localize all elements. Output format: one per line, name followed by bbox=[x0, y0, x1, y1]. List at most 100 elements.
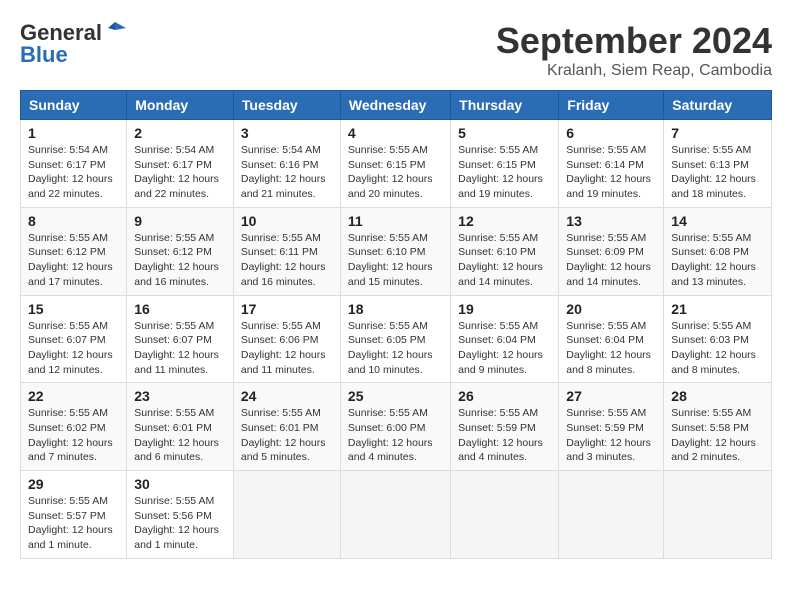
day-number: 10 bbox=[241, 213, 333, 229]
calendar-week-3: 15 Sunrise: 5:55 AM Sunset: 6:07 PM Dayli… bbox=[21, 295, 772, 383]
day-info: Sunrise: 5:55 AM Sunset: 6:04 PM Dayligh… bbox=[458, 319, 551, 378]
day-info: Sunrise: 5:55 AM Sunset: 6:07 PM Dayligh… bbox=[134, 319, 226, 378]
weekday-header-monday: Monday bbox=[127, 91, 234, 120]
logo: General Blue bbox=[20, 20, 126, 68]
day-info: Sunrise: 5:54 AM Sunset: 6:17 PM Dayligh… bbox=[134, 143, 226, 202]
day-info: Sunrise: 5:55 AM Sunset: 6:00 PM Dayligh… bbox=[348, 406, 443, 465]
calendar-cell: 28 Sunrise: 5:55 AM Sunset: 5:58 PM Dayli… bbox=[664, 383, 772, 471]
weekday-header-wednesday: Wednesday bbox=[340, 91, 450, 120]
day-info: Sunrise: 5:55 AM Sunset: 6:12 PM Dayligh… bbox=[134, 231, 226, 290]
day-info: Sunrise: 5:55 AM Sunset: 6:15 PM Dayligh… bbox=[348, 143, 443, 202]
month-title: September 2024 bbox=[496, 20, 772, 62]
location-title: Kralanh, Siem Reap, Cambodia bbox=[496, 62, 772, 80]
calendar-cell: 10 Sunrise: 5:55 AM Sunset: 6:11 PM Dayli… bbox=[233, 207, 340, 295]
day-info: Sunrise: 5:55 AM Sunset: 6:10 PM Dayligh… bbox=[348, 231, 443, 290]
day-info: Sunrise: 5:55 AM Sunset: 6:01 PM Dayligh… bbox=[241, 406, 333, 465]
calendar-cell: 14 Sunrise: 5:55 AM Sunset: 6:08 PM Dayli… bbox=[664, 207, 772, 295]
calendar-cell: 21Sunrise: 5:55 AM Sunset: 6:03 PM Dayli… bbox=[664, 295, 772, 383]
calendar-cell: 3 Sunrise: 5:54 AM Sunset: 6:16 PM Daylig… bbox=[233, 120, 340, 208]
day-number: 12 bbox=[458, 213, 551, 229]
day-info: Sunrise: 5:55 AM Sunset: 5:58 PM Dayligh… bbox=[671, 406, 764, 465]
day-info: Sunrise: 5:55 AM Sunset: 6:02 PM Dayligh… bbox=[28, 406, 119, 465]
day-number: 9 bbox=[134, 213, 226, 229]
day-number: 23 bbox=[134, 388, 226, 404]
calendar-cell: 8 Sunrise: 5:55 AM Sunset: 6:12 PM Daylig… bbox=[21, 207, 127, 295]
calendar-cell: 19 Sunrise: 5:55 AM Sunset: 6:04 PM Dayli… bbox=[451, 295, 559, 383]
day-number: 17 bbox=[241, 301, 333, 317]
day-info: Sunrise: 5:55 AM Sunset: 6:09 PM Dayligh… bbox=[566, 231, 656, 290]
day-info: Sunrise: 5:55 AM Sunset: 6:08 PM Dayligh… bbox=[671, 231, 764, 290]
weekday-header-sunday: Sunday bbox=[21, 91, 127, 120]
day-info: Sunrise: 5:54 AM Sunset: 6:17 PM Dayligh… bbox=[28, 143, 119, 202]
calendar-cell bbox=[559, 471, 664, 559]
day-number: 6 bbox=[566, 125, 656, 141]
calendar-week-5: 29Sunrise: 5:55 AM Sunset: 5:57 PM Dayli… bbox=[21, 471, 772, 559]
day-info: Sunrise: 5:55 AM Sunset: 5:59 PM Dayligh… bbox=[458, 406, 551, 465]
calendar-cell bbox=[340, 471, 450, 559]
day-number: 7 bbox=[671, 125, 764, 141]
day-number: 25 bbox=[348, 388, 443, 404]
calendar-cell bbox=[664, 471, 772, 559]
calendar-header-row: SundayMondayTuesdayWednesdayThursdayFrid… bbox=[21, 91, 772, 120]
calendar-week-2: 8 Sunrise: 5:55 AM Sunset: 6:12 PM Daylig… bbox=[21, 207, 772, 295]
calendar-cell: 22 Sunrise: 5:55 AM Sunset: 6:02 PM Dayli… bbox=[21, 383, 127, 471]
day-info: Sunrise: 5:55 AM Sunset: 6:05 PM Dayligh… bbox=[348, 319, 443, 378]
calendar-cell: 2 Sunrise: 5:54 AM Sunset: 6:17 PM Daylig… bbox=[127, 120, 234, 208]
day-info: Sunrise: 5:54 AM Sunset: 6:16 PM Dayligh… bbox=[241, 143, 333, 202]
calendar-cell bbox=[233, 471, 340, 559]
logo-blue: Blue bbox=[20, 42, 68, 68]
calendar-cell: 18 Sunrise: 5:55 AM Sunset: 6:05 PM Dayli… bbox=[340, 295, 450, 383]
day-info: Sunrise: 5:55 AM Sunset: 6:13 PM Dayligh… bbox=[671, 143, 764, 202]
calendar-cell: 26Sunrise: 5:55 AM Sunset: 5:59 PM Dayli… bbox=[451, 383, 559, 471]
day-info: Sunrise: 5:55 AM Sunset: 5:59 PM Dayligh… bbox=[566, 406, 656, 465]
calendar-cell: 12 Sunrise: 5:55 AM Sunset: 6:10 PM Dayli… bbox=[451, 207, 559, 295]
day-number: 13 bbox=[566, 213, 656, 229]
day-number: 18 bbox=[348, 301, 443, 317]
day-number: 11 bbox=[348, 213, 443, 229]
calendar-cell: 25 Sunrise: 5:55 AM Sunset: 6:00 PM Dayli… bbox=[340, 383, 450, 471]
calendar-cell: 30Sunrise: 5:55 AM Sunset: 5:56 PM Dayli… bbox=[127, 471, 234, 559]
day-info: Sunrise: 5:55 AM Sunset: 6:14 PM Dayligh… bbox=[566, 143, 656, 202]
weekday-header-thursday: Thursday bbox=[451, 91, 559, 120]
day-info: Sunrise: 5:55 AM Sunset: 5:56 PM Dayligh… bbox=[134, 494, 226, 553]
day-info: Sunrise: 5:55 AM Sunset: 6:03 PM Dayligh… bbox=[671, 319, 764, 378]
day-number: 1 bbox=[28, 125, 119, 141]
day-number: 28 bbox=[671, 388, 764, 404]
day-info: Sunrise: 5:55 AM Sunset: 6:04 PM Dayligh… bbox=[566, 319, 656, 378]
calendar-cell: 17 Sunrise: 5:55 AM Sunset: 6:06 PM Dayli… bbox=[233, 295, 340, 383]
day-info: Sunrise: 5:55 AM Sunset: 6:01 PM Dayligh… bbox=[134, 406, 226, 465]
day-info: Sunrise: 5:55 AM Sunset: 6:12 PM Dayligh… bbox=[28, 231, 119, 290]
day-number: 15 bbox=[28, 301, 119, 317]
day-info: Sunrise: 5:55 AM Sunset: 6:07 PM Dayligh… bbox=[28, 319, 119, 378]
day-number: 14 bbox=[671, 213, 764, 229]
weekday-header-saturday: Saturday bbox=[664, 91, 772, 120]
calendar-cell: 27Sunrise: 5:55 AM Sunset: 5:59 PM Dayli… bbox=[559, 383, 664, 471]
day-number: 19 bbox=[458, 301, 551, 317]
day-info: Sunrise: 5:55 AM Sunset: 6:06 PM Dayligh… bbox=[241, 319, 333, 378]
day-info: Sunrise: 5:55 AM Sunset: 5:57 PM Dayligh… bbox=[28, 494, 119, 553]
logo-bird-icon bbox=[104, 20, 126, 42]
day-number: 2 bbox=[134, 125, 226, 141]
calendar-cell: 7 Sunrise: 5:55 AM Sunset: 6:13 PM Daylig… bbox=[664, 120, 772, 208]
calendar-cell: 9 Sunrise: 5:55 AM Sunset: 6:12 PM Daylig… bbox=[127, 207, 234, 295]
day-info: Sunrise: 5:55 AM Sunset: 6:11 PM Dayligh… bbox=[241, 231, 333, 290]
weekday-header-friday: Friday bbox=[559, 91, 664, 120]
day-number: 22 bbox=[28, 388, 119, 404]
calendar-cell: 4 Sunrise: 5:55 AM Sunset: 6:15 PM Daylig… bbox=[340, 120, 450, 208]
day-number: 3 bbox=[241, 125, 333, 141]
day-number: 8 bbox=[28, 213, 119, 229]
calendar-cell: 13 Sunrise: 5:55 AM Sunset: 6:09 PM Dayli… bbox=[559, 207, 664, 295]
calendar-cell: 24 Sunrise: 5:55 AM Sunset: 6:01 PM Dayli… bbox=[233, 383, 340, 471]
calendar-cell: 20 Sunrise: 5:55 AM Sunset: 6:04 PM Dayli… bbox=[559, 295, 664, 383]
day-number: 5 bbox=[458, 125, 551, 141]
calendar-cell: 6 Sunrise: 5:55 AM Sunset: 6:14 PM Daylig… bbox=[559, 120, 664, 208]
day-number: 4 bbox=[348, 125, 443, 141]
day-number: 20 bbox=[566, 301, 656, 317]
day-info: Sunrise: 5:55 AM Sunset: 6:10 PM Dayligh… bbox=[458, 231, 551, 290]
day-number: 24 bbox=[241, 388, 333, 404]
day-info: Sunrise: 5:55 AM Sunset: 6:15 PM Dayligh… bbox=[458, 143, 551, 202]
calendar-week-1: 1 Sunrise: 5:54 AM Sunset: 6:17 PM Daylig… bbox=[21, 120, 772, 208]
weekday-header-tuesday: Tuesday bbox=[233, 91, 340, 120]
calendar-week-4: 22 Sunrise: 5:55 AM Sunset: 6:02 PM Dayli… bbox=[21, 383, 772, 471]
calendar-cell: 23 Sunrise: 5:55 AM Sunset: 6:01 PM Dayli… bbox=[127, 383, 234, 471]
